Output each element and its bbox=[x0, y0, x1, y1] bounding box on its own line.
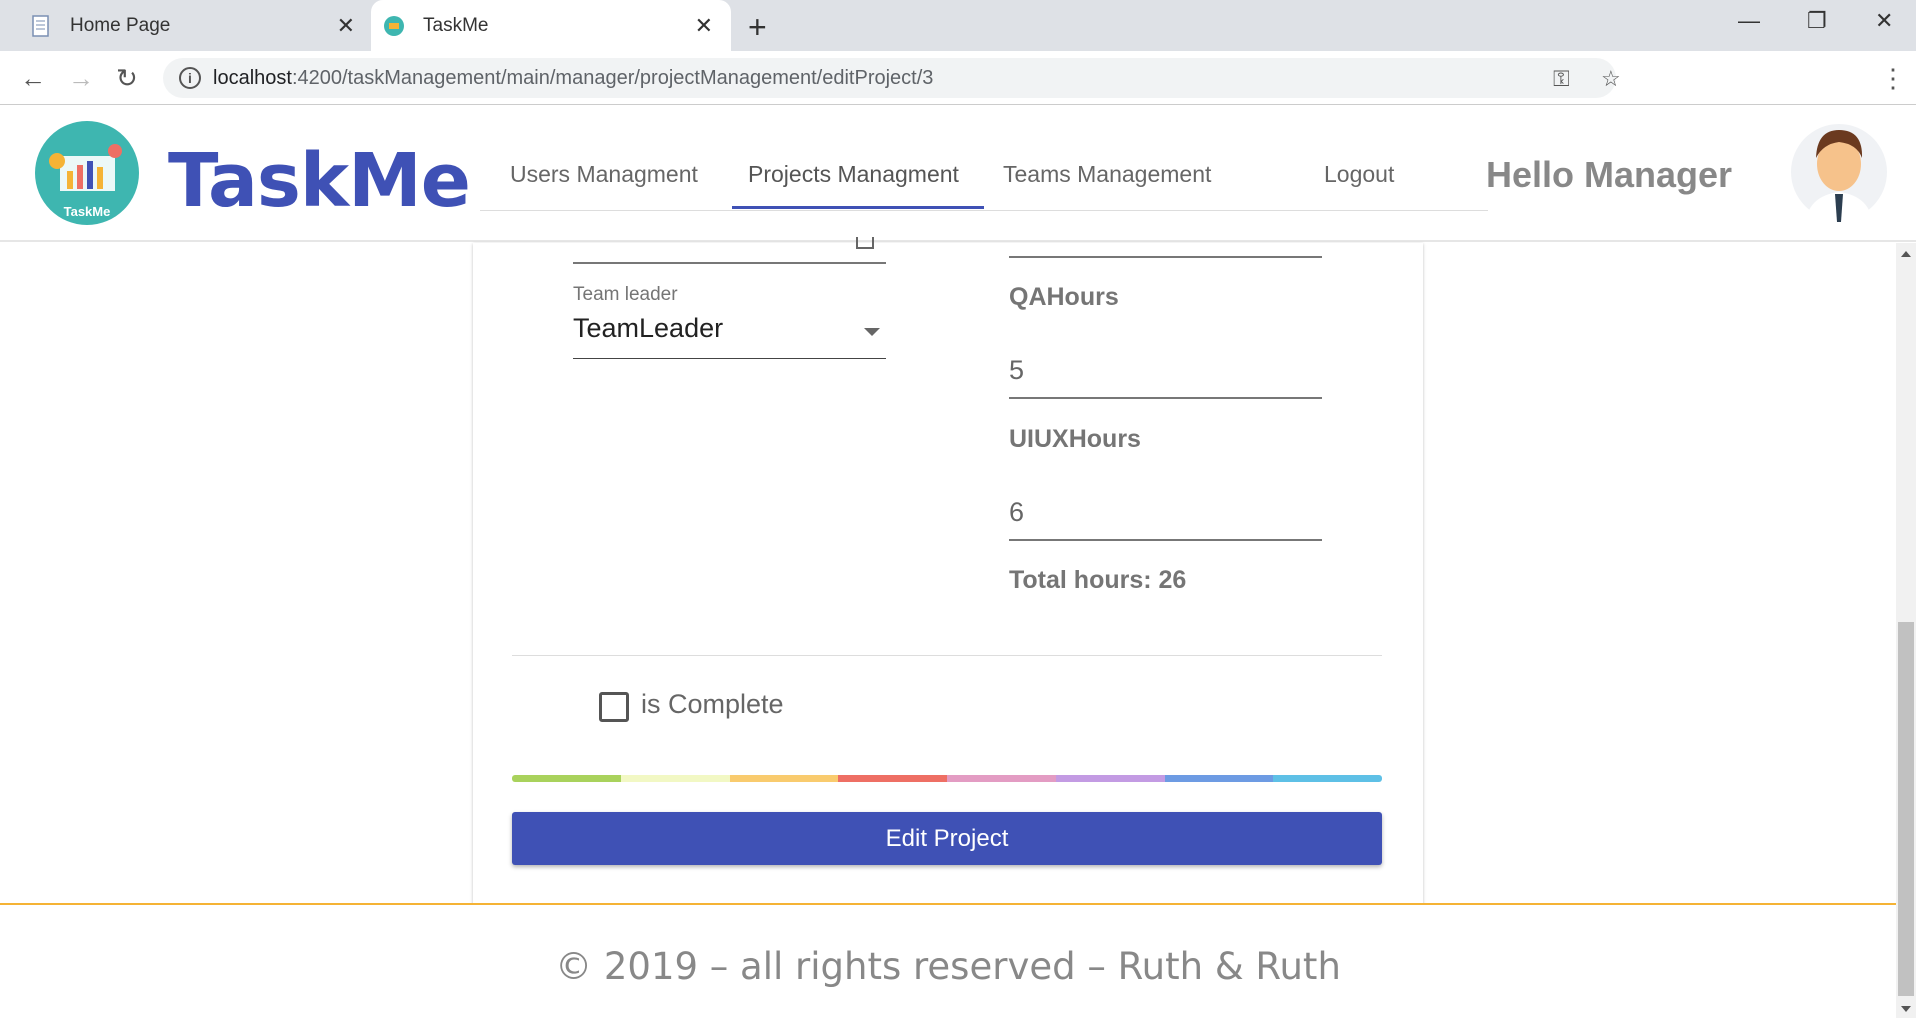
nav-users-managment[interactable]: Users Managment bbox=[510, 161, 698, 188]
avatar[interactable] bbox=[1791, 118, 1887, 226]
menu-dots-icon[interactable]: ⋮ bbox=[1880, 63, 1906, 94]
uiux-hours-underline bbox=[1009, 539, 1322, 541]
tab-taskme[interactable]: TaskMe ✕ bbox=[371, 0, 731, 51]
forward-arrow-icon[interactable]: → bbox=[68, 63, 94, 94]
rainbow-segment bbox=[1164, 775, 1274, 782]
close-icon[interactable]: ✕ bbox=[695, 13, 713, 39]
team-leader-underline bbox=[573, 358, 886, 359]
tab-title: TaskMe bbox=[423, 14, 489, 36]
back-arrow-icon[interactable]: ← bbox=[20, 63, 46, 94]
rainbow-segment bbox=[729, 775, 839, 782]
document-icon bbox=[30, 14, 52, 37]
main-content: Team leader TeamLeader QAHours 5 UIUXHou… bbox=[0, 237, 1896, 905]
scrollbar-thumb[interactable] bbox=[1898, 622, 1914, 996]
is-complete-checkbox[interactable] bbox=[599, 692, 629, 722]
nav-logout[interactable]: Logout bbox=[1324, 161, 1394, 188]
tab-title: Home Page bbox=[70, 14, 171, 36]
active-nav-indicator bbox=[732, 206, 984, 209]
scroll-up-arrow-icon[interactable] bbox=[1901, 251, 1911, 257]
chevron-down-icon[interactable] bbox=[864, 328, 880, 336]
rainbow-segment bbox=[1055, 775, 1165, 782]
restore-icon[interactable]: ❐ bbox=[1807, 8, 1827, 34]
edit-project-button[interactable]: Edit Project bbox=[512, 812, 1382, 865]
address-bar: ← → ↻ i localhost:4200/taskManagement/ma… bbox=[0, 51, 1916, 138]
scroll-down-arrow-icon[interactable] bbox=[1901, 1006, 1911, 1012]
section-divider bbox=[512, 655, 1382, 656]
rainbow-segment bbox=[947, 775, 1056, 782]
new-tab-icon[interactable]: + bbox=[748, 9, 767, 46]
page-footer: © 2019 – all rights reserved – Ruth & Ru… bbox=[0, 903, 1896, 1018]
url-text: localhost:4200/taskManagement/main/manag… bbox=[213, 67, 934, 89]
copyright-text: © 2019 – all rights reserved – Ruth & Ru… bbox=[555, 945, 1341, 988]
total-hours: Total hours: 26 bbox=[1009, 566, 1187, 594]
app-header: TaskMe TaskMe Users Managment Projects M… bbox=[0, 106, 1916, 242]
window-close-icon[interactable]: ✕ bbox=[1875, 8, 1893, 34]
uiux-hours-input[interactable]: 6 bbox=[1009, 497, 1024, 528]
rainbow-segment bbox=[838, 775, 947, 782]
qa-hours-input[interactable]: 5 bbox=[1009, 355, 1024, 386]
info-icon[interactable]: i bbox=[179, 67, 201, 89]
rainbow-segment bbox=[512, 775, 621, 782]
logo-text: TaskMe bbox=[63, 204, 111, 219]
close-icon[interactable]: ✕ bbox=[337, 13, 355, 39]
is-complete-label[interactable]: is Complete bbox=[641, 689, 784, 720]
taskme-favicon-icon bbox=[383, 15, 405, 37]
reload-icon[interactable]: ↻ bbox=[116, 63, 138, 94]
minimize-icon[interactable]: — bbox=[1738, 8, 1760, 34]
team-leader-label: Team leader bbox=[573, 284, 678, 305]
rainbow-segment bbox=[1273, 775, 1382, 782]
browser-tab-bar: Home Page ✕ TaskMe ✕ + — ❐ ✕ bbox=[0, 0, 1916, 51]
brand-title: TaskMe bbox=[168, 138, 471, 224]
nav-projects-managment[interactable]: Projects Managment bbox=[748, 161, 959, 188]
qa-hours-label: QAHours bbox=[1009, 283, 1119, 311]
qa-hours-underline bbox=[1009, 397, 1322, 399]
uiux-hours-label: UIUXHours bbox=[1009, 425, 1141, 453]
tab-home-page[interactable]: Home Page ✕ bbox=[18, 0, 373, 51]
url-input[interactable]: i localhost:4200/taskManagement/main/man… bbox=[163, 58, 1621, 98]
key-icon[interactable]: ⚿ bbox=[1553, 66, 1570, 92]
hours-field-underline bbox=[1009, 256, 1322, 258]
main-nav: Users Managment Projects Managment Teams… bbox=[480, 106, 1488, 211]
greeting: Hello Manager bbox=[1486, 154, 1733, 195]
team-leader-select[interactable]: TeamLeader bbox=[573, 313, 723, 344]
rainbow-segment bbox=[620, 775, 730, 782]
star-icon[interactable]: ☆ bbox=[1601, 66, 1621, 92]
rainbow-divider bbox=[512, 775, 1382, 782]
nav-teams-management[interactable]: Teams Management bbox=[1003, 161, 1211, 188]
calendar-icon[interactable] bbox=[856, 237, 874, 249]
date-field-underline bbox=[573, 262, 886, 264]
taskme-logo: TaskMe bbox=[35, 121, 139, 225]
